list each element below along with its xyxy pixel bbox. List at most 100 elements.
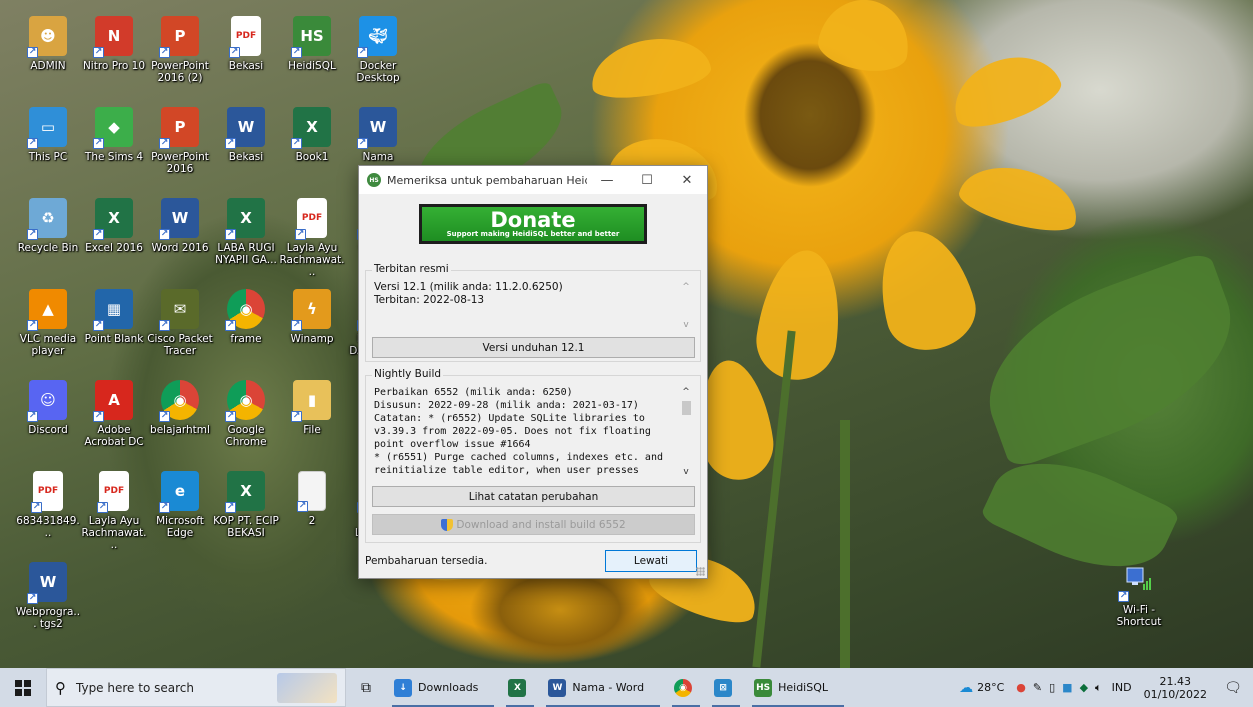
desktop-icon[interactable]: e ↗ Microsoft Edge xyxy=(146,469,214,551)
shortcut-arrow-icon: ↗ xyxy=(225,229,236,240)
desktop-icon[interactable]: ▲ ↗ VLC media player xyxy=(14,287,82,369)
wallpaper-petal xyxy=(943,42,1067,138)
view-changelog-button[interactable]: Lihat catatan perubahan xyxy=(372,486,695,507)
taskbar-app-word[interactable]: W Nama - Word xyxy=(540,668,666,707)
desktop-icon-label: HeidiSQL xyxy=(288,60,336,72)
chevron-down-icon[interactable]: v xyxy=(678,320,694,330)
desktop-icon[interactable]: P ↗ PowerPoint 2016 xyxy=(146,105,214,187)
desktop-icon[interactable]: 🐳︎ ↗ Docker Desktop xyxy=(344,14,412,96)
desktop-icon[interactable]: ▭ ↗ This PC xyxy=(14,105,82,187)
resize-grip-icon[interactable] xyxy=(696,567,705,576)
update-check-dialog: HS Memeriksa untuk pembaharuan HeidiS...… xyxy=(358,165,708,579)
nightly-build-group-title: Nightly Build xyxy=(372,368,444,380)
desktop-icon[interactable]: X ↗ LABA RUGI NYAPII GA... xyxy=(212,196,280,278)
battery-icon[interactable]: ▯ xyxy=(1049,681,1055,694)
desktop-icon-label: Docker Desktop xyxy=(356,60,400,84)
search-icon: ⚲ xyxy=(55,678,66,697)
download-release-button[interactable]: Versi unduhan 12.1 xyxy=(372,337,695,358)
chevron-up-icon[interactable]: ^ xyxy=(678,282,694,292)
desktop-icon[interactable]: ☺ ↗ Discord xyxy=(14,378,82,460)
excel-doc-icon: X ↗ xyxy=(291,107,331,149)
desktop-icon[interactable]: ◉ ↗ belajarhtml xyxy=(146,378,214,460)
donate-button[interactable]: Donate Support making HeidiSQL better an… xyxy=(419,204,647,244)
desktop-icon[interactable]: ◆ ↗ The Sims 4 xyxy=(80,105,148,187)
desktop-icon[interactable]: X ↗ KOP PT. ECIP BEKASI xyxy=(212,469,280,551)
desktop-icon[interactable]: PDF ↗ Bekasi xyxy=(212,14,280,96)
chevron-up-icon[interactable]: ^ xyxy=(678,387,694,397)
taskbar-app-heidisql[interactable]: HS HeidiSQL xyxy=(746,668,850,707)
nightly-note-line: * (r6551) Purge cached columns, indexes … xyxy=(374,452,663,463)
desktop-icon[interactable]: PDF ↗ 683431849... xyxy=(14,469,82,551)
dialog-titlebar[interactable]: HS Memeriksa untuk pembaharuan HeidiS...… xyxy=(359,166,707,194)
desktop-icon[interactable]: W ↗ Word 2016 xyxy=(146,196,214,278)
acrobat-icon: A ↗ xyxy=(93,380,133,422)
minimize-button[interactable]: — xyxy=(587,166,627,194)
desktop-icon[interactable]: ✉ ↗ Cisco Packet Tracer xyxy=(146,287,214,369)
volume-icon[interactable]: 🔈︎ xyxy=(1095,681,1102,695)
shortcut-arrow-icon: ↗ xyxy=(27,47,38,58)
search-highlight-image-icon[interactable] xyxy=(277,672,337,703)
donate-sublabel: Support making HeidiSQL better and bette… xyxy=(446,229,620,238)
desktop-icon-label: Recycle Bin xyxy=(17,242,79,254)
official-scrollbar[interactable]: ^ v xyxy=(678,280,694,332)
chevron-down-icon[interactable]: v xyxy=(678,467,694,477)
nightly-scrollbar[interactable]: ^ v xyxy=(678,385,694,479)
desktop-icon[interactable]: ◉ ↗ Google Chrome xyxy=(212,378,280,460)
word-doc-icon: W↗ xyxy=(357,107,397,149)
skip-button[interactable]: Lewati xyxy=(605,550,697,572)
shortcut-arrow-icon: ↗ xyxy=(159,138,170,149)
desktop-icon[interactable]: P ↗ PowerPoint 2016 (2) xyxy=(146,14,214,96)
notification-center-button[interactable]: 🗨︎ xyxy=(1213,668,1253,707)
desktop-icon[interactable]: N ↗ Nitro Pro 10 xyxy=(80,14,148,96)
desktop-icon[interactable]: HS ↗ HeidiSQL xyxy=(278,14,346,96)
vlc-icon: ▲ ↗ xyxy=(27,289,67,331)
desktop-icon[interactable]: ☻ ↗ ADMIN xyxy=(14,14,82,96)
desktop-icon-wifi-shortcut[interactable]: ↗ Wi-Fi - Shortcut xyxy=(1105,558,1173,640)
taskbar-search-box[interactable]: ⚲ Type here to search xyxy=(46,668,346,707)
start-button[interactable] xyxy=(0,668,46,707)
desktop-icon[interactable]: ϟ ↗ Winamp xyxy=(278,287,346,369)
app-tray-icon[interactable]: ■ xyxy=(1062,681,1072,694)
desktop-icon[interactable]: ◉ ↗ frame xyxy=(212,287,280,369)
clock-date: 01/10/2022 xyxy=(1143,687,1207,701)
desktop-icon[interactable]: PDF ↗ Layla Ayu Rachmawat... xyxy=(278,196,346,278)
taskbar-app-excel[interactable]: X xyxy=(500,668,540,707)
desktop-icon[interactable]: ▮ ↗ File xyxy=(278,378,346,460)
taskbar-app-xampp[interactable]: ⊠ xyxy=(706,668,746,707)
notification-icon: 🗨︎ xyxy=(1224,679,1242,696)
download-install-build-button[interactable]: Download and install build 6552 xyxy=(372,514,695,535)
nightly-build-notes[interactable]: Perbaikan 6552 (milik anda: 6250) Disusun… xyxy=(372,384,695,480)
close-button[interactable]: ✕ xyxy=(667,166,707,194)
taskbar-app-downloads-folder[interactable]: ↓ Downloads xyxy=(386,668,500,707)
desktop-icon[interactable]: A ↗ Adobe Acrobat DC xyxy=(80,378,148,460)
maximize-button[interactable]: ☐ xyxy=(627,166,667,194)
official-release-group: Terbitan resmi Versi 12.1 (milik anda: 1… xyxy=(365,263,701,362)
desktop-icon[interactable]: PDF ↗ Layla Ayu Rachmawat... xyxy=(80,469,148,551)
desktop-icon[interactable]: W ↗ Webprogra... tgs2 xyxy=(14,560,82,642)
user-folder-icon: ☻ ↗ xyxy=(27,16,67,58)
pen-icon[interactable]: ✎ xyxy=(1033,681,1042,694)
official-release-info[interactable]: Versi 12.1 (milik anda: 11.2.0.6250) Ter… xyxy=(372,279,695,333)
shortcut-arrow-icon: ↗ xyxy=(291,47,302,58)
desktop-icon[interactable]: ↗ 2 xyxy=(278,469,346,551)
desktop-icon[interactable]: ♻ ↗ Recycle Bin xyxy=(14,196,82,278)
shortcut-arrow-icon: ↗ xyxy=(291,411,302,422)
weather-widget[interactable]: ☁ 28°C xyxy=(951,668,1012,707)
chrome-tray-icon[interactable]: ● xyxy=(1016,681,1026,694)
nightly-note-line: Perbaikan 6552 (milik anda: 6250) xyxy=(374,387,573,398)
taskbar-app-chrome[interactable]: ◉ xyxy=(666,668,706,707)
task-view-button[interactable]: ⧉ xyxy=(346,668,386,707)
clock[interactable]: 21.43 01/10/2022 xyxy=(1138,668,1213,707)
desktop-icon-label: Bekasi xyxy=(228,60,264,72)
network-tray-icon[interactable]: ◆ xyxy=(1080,681,1088,694)
update-status-text: Pembaharuan tersedia. xyxy=(365,555,488,567)
input-language-indicator[interactable]: IND xyxy=(1106,668,1138,707)
desktop-icon[interactable]: W ↗ Bekasi xyxy=(212,105,280,187)
desktop-icon[interactable]: X ↗ Book1 xyxy=(278,105,346,187)
wallpaper-petal xyxy=(866,220,984,360)
shortcut-arrow-icon: ↗ xyxy=(159,502,170,513)
desktop-icon[interactable]: X ↗ Excel 2016 xyxy=(80,196,148,278)
desktop-icon[interactable]: ▦ ↗ Point Blank xyxy=(80,287,148,369)
pdf-icon: PDF ↗ xyxy=(31,471,63,513)
scrollbar-thumb[interactable] xyxy=(682,401,691,415)
